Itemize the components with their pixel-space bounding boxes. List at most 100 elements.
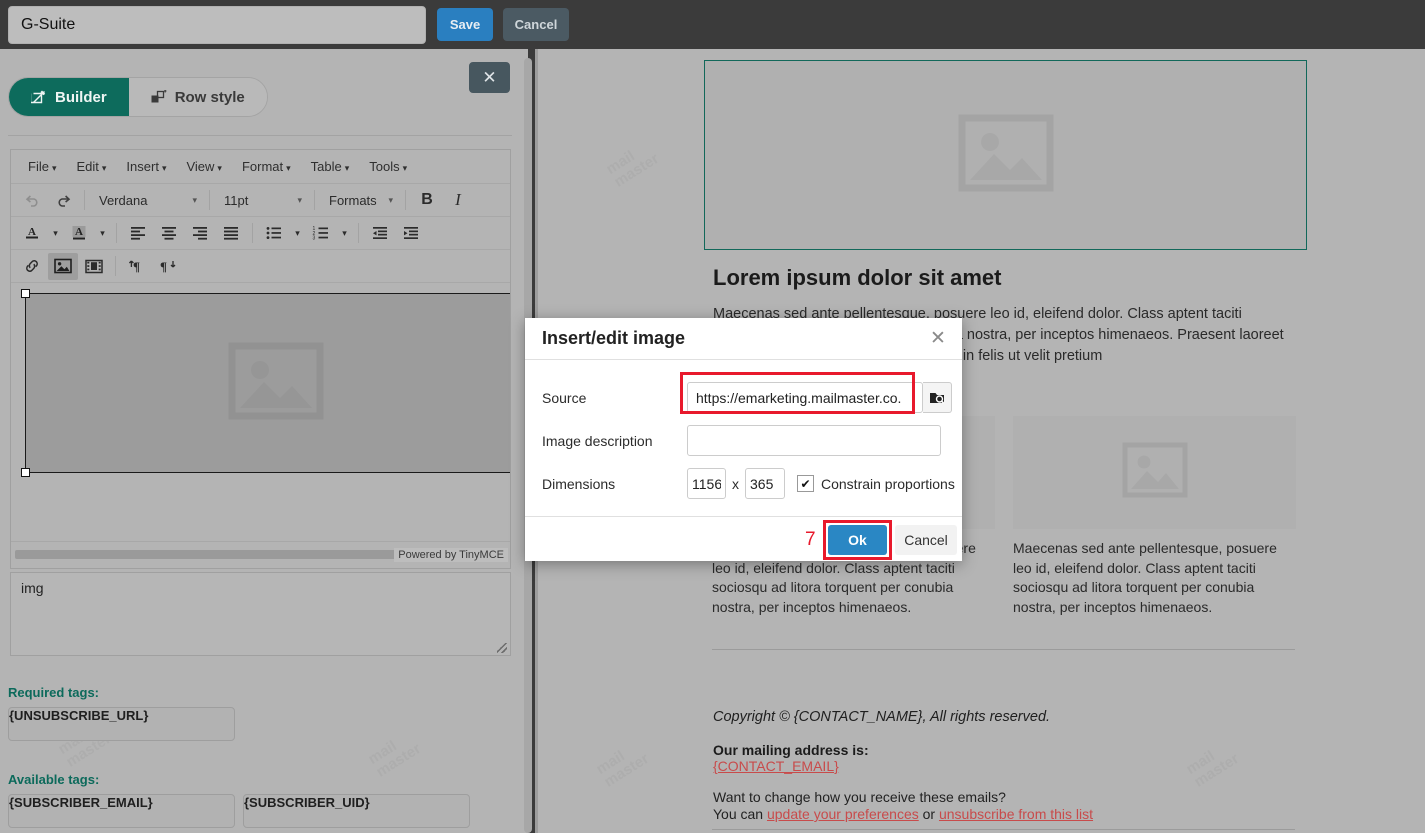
menu-view[interactable]: View ▾ bbox=[177, 155, 230, 178]
font-family-select[interactable]: Verdana ▾ bbox=[91, 187, 203, 213]
text-color-dropdown-icon[interactable]: ▾ bbox=[48, 220, 63, 247]
footer-divider-top bbox=[712, 649, 1295, 650]
align-justify-icon[interactable] bbox=[216, 220, 246, 247]
close-icon[interactable]: ✕ bbox=[469, 62, 510, 93]
watermark: mailmaster bbox=[365, 737, 424, 781]
ok-button[interactable]: Ok bbox=[828, 525, 887, 555]
dialog-cancel-button[interactable]: Cancel bbox=[895, 525, 957, 555]
dimensions-label: Dimensions bbox=[542, 475, 616, 492]
rtl-icon[interactable]: ¶ bbox=[153, 253, 183, 280]
resize-handle-top-left[interactable] bbox=[21, 289, 30, 298]
textarea-resize-grip[interactable] bbox=[497, 643, 507, 653]
tab-builder-label: Builder bbox=[55, 88, 107, 106]
email-heading: Lorem ipsum dolor sit amet bbox=[713, 265, 1002, 290]
resize-handle-bottom-left[interactable] bbox=[21, 468, 30, 477]
svg-text:A: A bbox=[75, 226, 83, 238]
editor-content-area[interactable]: Powered by TinyMCE bbox=[11, 283, 510, 563]
menu-table[interactable]: Table ▾ bbox=[302, 155, 359, 178]
tab-builder[interactable]: Builder bbox=[9, 78, 129, 116]
selected-image-element[interactable] bbox=[21, 289, 510, 477]
constrain-proportions-label: Constrain proportions bbox=[821, 475, 955, 492]
unsubscribe-link[interactable]: unsubscribe from this list bbox=[939, 806, 1093, 822]
menu-insert[interactable]: Insert ▾ bbox=[117, 155, 175, 178]
align-center-icon[interactable] bbox=[154, 220, 184, 247]
italic-button[interactable]: I bbox=[443, 187, 473, 214]
image-description-input[interactable] bbox=[687, 425, 941, 456]
image-placeholder-icon bbox=[958, 114, 1054, 197]
menu-edit[interactable]: Edit ▾ bbox=[67, 155, 115, 178]
outdent-icon[interactable] bbox=[365, 220, 395, 247]
align-right-icon[interactable] bbox=[185, 220, 215, 247]
menu-file[interactable]: File ▾ bbox=[19, 155, 65, 178]
svg-text:¶: ¶ bbox=[133, 259, 140, 274]
hero-image-block[interactable] bbox=[704, 60, 1307, 250]
numbered-list-icon[interactable]: 123 bbox=[306, 220, 336, 247]
element-code-textarea[interactable] bbox=[10, 572, 511, 656]
watermark: mailmaster bbox=[603, 147, 662, 191]
tag-unsubscribe-url[interactable]: {UNSUBSCRIBE_URL} bbox=[8, 707, 235, 741]
editor-horizontal-scrollbar[interactable] bbox=[15, 550, 411, 559]
contact-email-link[interactable]: {CONTACT_EMAIL} bbox=[713, 758, 839, 774]
tab-row-style[interactable]: Row style bbox=[128, 78, 267, 116]
footer-divider-bottom bbox=[712, 829, 1295, 830]
bold-button[interactable]: B bbox=[412, 187, 442, 214]
column-image-right[interactable] bbox=[1013, 416, 1296, 529]
undo-icon[interactable] bbox=[17, 187, 47, 214]
tinymce-editor: File ▾ Edit ▾ Insert ▾ View ▾ Format ▾ Table ▾… bbox=[10, 149, 511, 569]
svg-text:3: 3 bbox=[313, 236, 316, 241]
editor-toolbar-row-2: A ▾ A ▾ ▾ 1 2 3 ▾ bbox=[11, 217, 510, 250]
dialog-header: Insert/edit image ✕ bbox=[525, 318, 962, 360]
change-preferences-answer: You can update your preferences or unsub… bbox=[713, 806, 1093, 822]
watermark: mailmaster bbox=[593, 747, 652, 791]
height-input[interactable] bbox=[745, 468, 785, 499]
image-placeholder-icon bbox=[1122, 442, 1188, 503]
change-preferences-question: Want to change how you receive these ema… bbox=[713, 789, 1006, 805]
align-left-icon[interactable] bbox=[123, 220, 153, 247]
insert-image-icon[interactable] bbox=[48, 252, 78, 280]
available-tags-label: Available tags: bbox=[8, 772, 100, 787]
chevron-down-icon: ▾ bbox=[297, 194, 302, 205]
save-button[interactable]: Save bbox=[437, 8, 493, 41]
tag-subscriber-email[interactable]: {SUBSCRIBER_EMAIL} bbox=[8, 794, 235, 828]
formats-select[interactable]: Formats ▾ bbox=[321, 187, 399, 213]
cancel-button[interactable]: Cancel bbox=[503, 8, 569, 41]
redo-icon[interactable] bbox=[48, 187, 78, 214]
change-prefix: You can bbox=[713, 806, 767, 822]
campaign-name-input[interactable] bbox=[8, 6, 426, 44]
background-color-icon[interactable]: A bbox=[64, 220, 94, 247]
ltr-icon[interactable]: ¶ bbox=[122, 253, 152, 280]
close-icon[interactable]: ✕ bbox=[926, 327, 950, 351]
editor-statusbar: Powered by TinyMCE bbox=[11, 541, 510, 563]
constrain-proportions-checkbox[interactable]: ✔ bbox=[797, 475, 814, 492]
text-color-icon[interactable]: A bbox=[17, 220, 47, 247]
bullet-list-icon[interactable] bbox=[259, 220, 289, 247]
panel-divider bbox=[8, 135, 512, 136]
insert-media-icon[interactable] bbox=[79, 253, 109, 280]
image-placeholder-icon bbox=[228, 342, 324, 425]
menu-tools[interactable]: Tools ▾ bbox=[360, 155, 416, 178]
panel-tabs: Builder Row style bbox=[8, 77, 268, 117]
folder-search-icon[interactable] bbox=[923, 382, 952, 413]
insert-edit-image-dialog: Insert/edit image ✕ Source https://emark… bbox=[525, 318, 962, 561]
indent-icon[interactable] bbox=[396, 220, 426, 247]
bullet-list-dropdown-icon[interactable]: ▾ bbox=[290, 220, 305, 247]
required-tags-label: Required tags: bbox=[8, 685, 100, 700]
edit-square-icon bbox=[31, 89, 47, 105]
menu-format[interactable]: Format ▾ bbox=[233, 155, 300, 178]
tinymce-credit: Powered by TinyMCE bbox=[394, 548, 508, 562]
dialog-footer: 7 Ok Cancel bbox=[525, 516, 962, 561]
numbered-list-dropdown-icon[interactable]: ▾ bbox=[337, 220, 352, 247]
background-color-dropdown-icon[interactable]: ▾ bbox=[95, 220, 110, 247]
editor-menubar: File ▾ Edit ▾ Insert ▾ View ▾ Format ▾ Table ▾… bbox=[11, 150, 510, 184]
dialog-body: Source Image description bbox=[525, 360, 962, 516]
source-input[interactable] bbox=[687, 382, 923, 413]
font-size-select[interactable]: 11pt ▾ bbox=[216, 187, 308, 213]
builder-panel: mailmaster mailmaster mailmaster mailmas… bbox=[0, 49, 528, 833]
svg-text:¶: ¶ bbox=[160, 259, 167, 274]
mailing-address-label: Our mailing address is: bbox=[713, 742, 869, 758]
width-input[interactable] bbox=[687, 468, 726, 499]
tag-subscriber-uid[interactable]: {SUBSCRIBER_UID} bbox=[243, 794, 470, 828]
link-icon[interactable] bbox=[17, 253, 47, 280]
update-preferences-link[interactable]: update your preferences bbox=[767, 806, 919, 822]
layers-icon bbox=[151, 89, 167, 105]
